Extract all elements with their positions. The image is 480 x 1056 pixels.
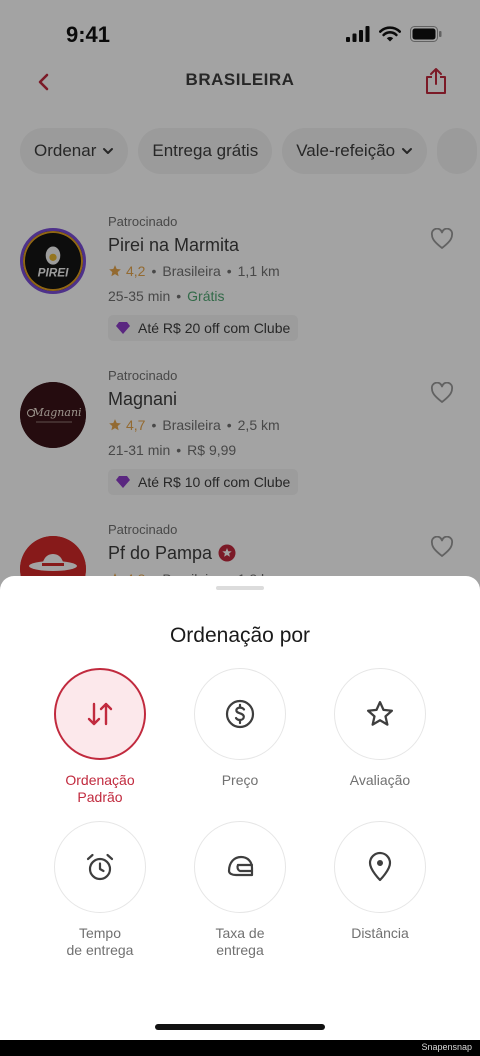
option-label: Taxa de entrega	[170, 925, 310, 959]
option-label-line1: Taxa de	[215, 925, 265, 941]
bottom-strip: Snapensnap	[0, 1040, 480, 1056]
sheet-title: Ordenação por	[169, 624, 311, 647]
sort-option-default[interactable]: Ordenação Padrão	[30, 668, 170, 806]
option-circle	[334, 668, 426, 760]
sort-option-price[interactable]: Preço	[170, 668, 310, 789]
option-label-line2: de entrega	[66, 942, 134, 958]
option-label-line1: Preço	[221, 772, 259, 788]
location-pin-icon	[368, 851, 392, 882]
sort-arrows-icon	[87, 702, 113, 726]
option-circle	[194, 668, 286, 760]
option-circle	[54, 668, 146, 760]
dollar-circle-icon	[225, 699, 255, 729]
option-circle	[194, 821, 286, 913]
option-label: Preço	[170, 772, 310, 789]
option-label-line1: Ordenação	[65, 772, 135, 788]
option-label: Avaliação	[310, 772, 450, 789]
screen: 9:41 BRASILEIRA Ordenar Entrega grátis V…	[0, 0, 480, 1040]
watermark: Snapensnap	[421, 1042, 472, 1052]
option-label: Distância	[310, 925, 450, 942]
sort-option-delivery-time[interactable]: Tempo de entrega	[30, 821, 170, 959]
helmet-icon	[227, 855, 254, 877]
option-label: Ordenação Padrão	[30, 772, 170, 806]
star-icon	[367, 701, 393, 726]
alarm-clock-icon	[86, 853, 114, 881]
sort-bottom-sheet: Ordenação por Ordenação Padrão Preço Ava…	[0, 576, 480, 1040]
option-label: Tempo de entrega	[30, 925, 170, 959]
option-label-line2: Padrão	[77, 789, 123, 805]
option-label-line1: Tempo	[78, 925, 122, 941]
sort-option-rating[interactable]: Avaliação	[310, 668, 450, 789]
sort-option-distance[interactable]: Distância	[310, 821, 450, 942]
sort-option-delivery-fee[interactable]: Taxa de entrega	[170, 821, 310, 959]
option-label-line1: Avaliação	[349, 772, 411, 788]
option-circle	[334, 821, 426, 913]
option-label-line2: entrega	[216, 942, 264, 958]
home-indicator	[155, 1024, 325, 1030]
option-label-line1: Distância	[351, 925, 409, 941]
sheet-grabber[interactable]	[216, 586, 264, 590]
option-circle	[54, 821, 146, 913]
